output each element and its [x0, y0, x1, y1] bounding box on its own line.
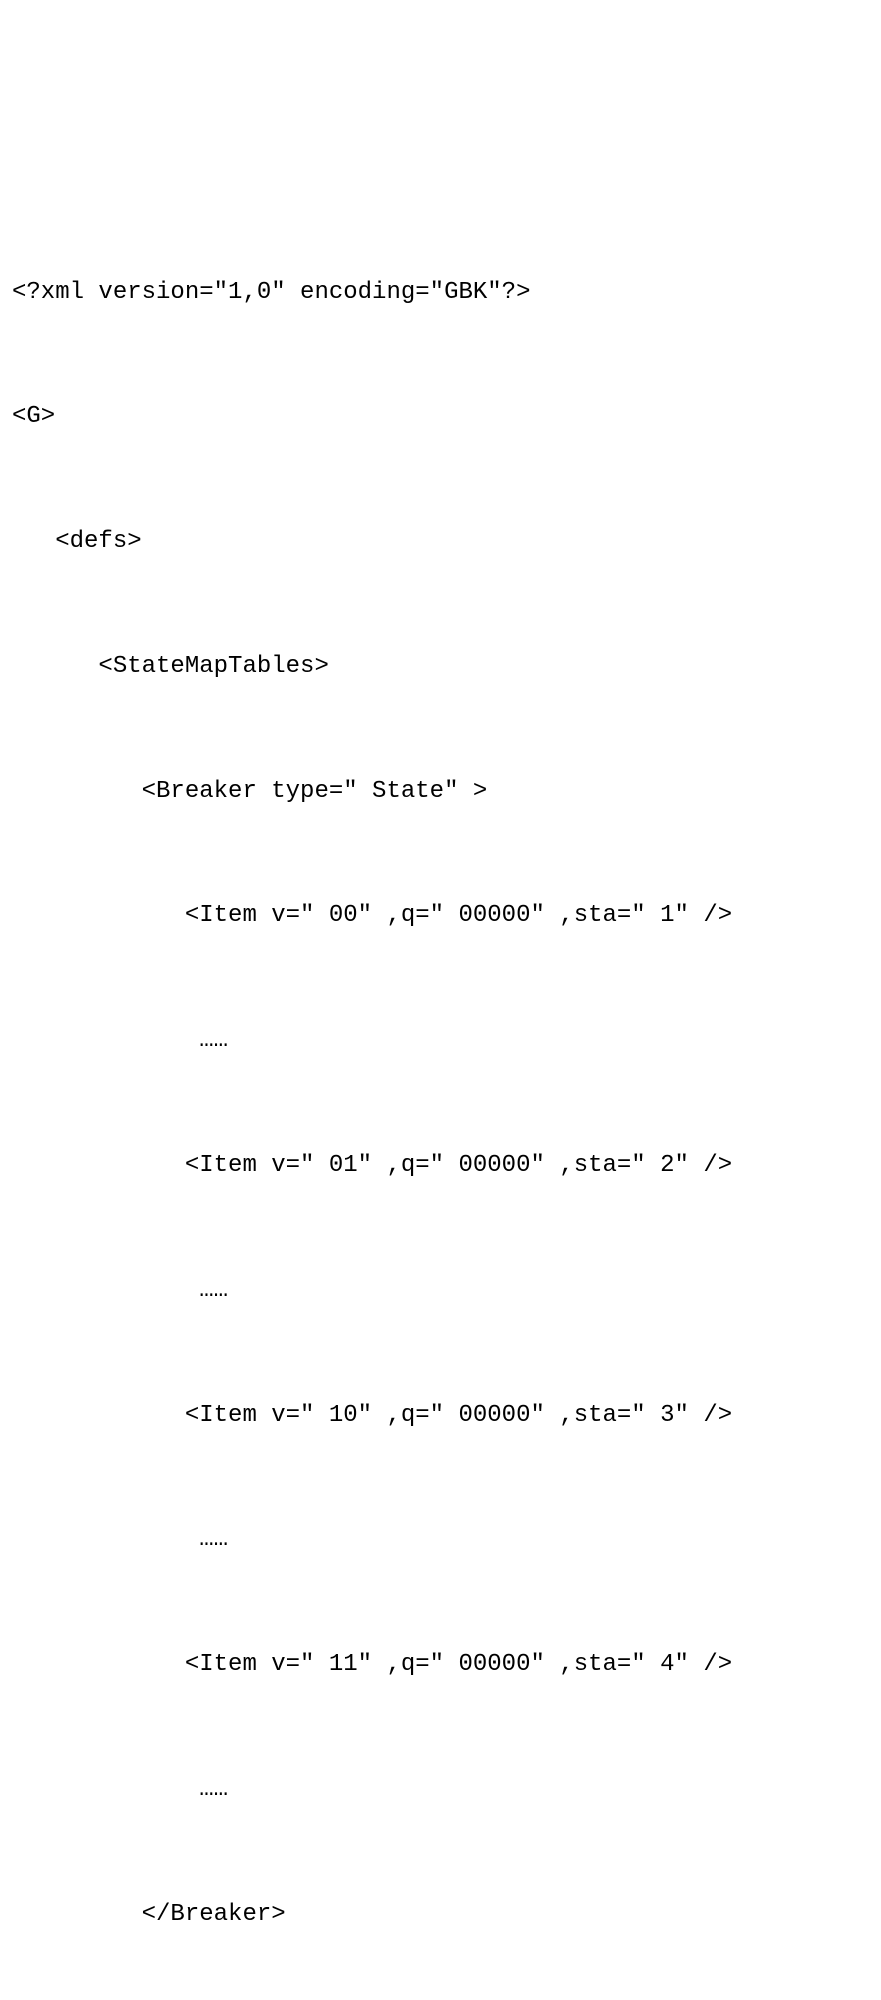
code-line: <G> [12, 386, 869, 448]
code-line: <defs> [12, 511, 869, 573]
code-line: <Breaker type=" State" > [12, 761, 869, 823]
code-line: <Item v=" 01" ,q=" 00000" ,sta=" 2" /> [12, 1135, 869, 1197]
code-line: …… [12, 1010, 869, 1072]
code-line: …… [12, 1759, 869, 1821]
code-line: <Item v=" 10" ,q=" 00000" ,sta=" 3" /> [12, 1385, 869, 1447]
code-line: </Breaker> [12, 1884, 869, 1946]
code-line: <?xml version="1,0" encoding="GBK"?> [12, 262, 869, 324]
code-line: <Item v=" 11" ,q=" 00000" ,sta=" 4" /> [12, 1634, 869, 1696]
code-line: <Item v=" 00" ,q=" 00000" ,sta=" 1" /> [12, 885, 869, 947]
code-line: …… [12, 1260, 869, 1322]
code-line: <StateMapTables> [12, 636, 869, 698]
code-line: …… [12, 1509, 869, 1571]
